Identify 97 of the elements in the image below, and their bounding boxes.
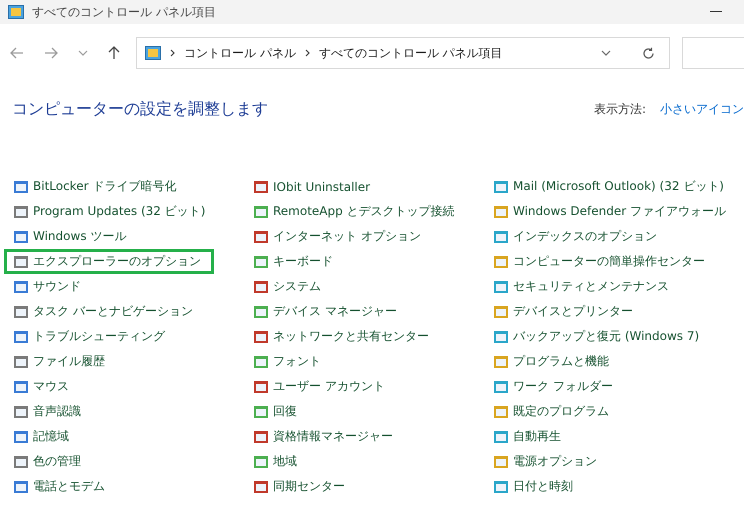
control-panel-item[interactable]: 既定のプログラム — [490, 399, 744, 424]
forward-icon[interactable] — [44, 47, 58, 59]
window-icon — [13, 228, 29, 244]
up-icon[interactable] — [108, 46, 120, 60]
chevron-icon — [170, 49, 175, 57]
control-panel-item[interactable]: フォント — [250, 349, 486, 374]
refresh-icon[interactable] — [642, 46, 655, 60]
window-icon — [493, 404, 509, 420]
control-panel-item[interactable]: ファイル履歴 — [10, 349, 246, 374]
window-icon — [493, 354, 509, 370]
window-icon — [493, 228, 509, 244]
dropdown-icon[interactable] — [601, 50, 611, 56]
control-panel-item[interactable]: Mail (Microsoft Outlook) (32 ビット) — [490, 174, 744, 199]
window-icon — [493, 478, 509, 494]
control-panel-item[interactable]: 自動再生 — [490, 424, 744, 449]
window-icon — [253, 454, 269, 470]
control-panel-item[interactable]: 色の管理 — [10, 449, 246, 474]
control-panel-item[interactable]: ネットワークと共有センター — [250, 324, 486, 349]
control-panel-item[interactable]: デバイスとプリンター — [490, 299, 744, 324]
window-icon — [13, 354, 29, 370]
window-icon — [253, 304, 269, 320]
window-icon — [13, 304, 29, 320]
window-icon — [493, 454, 509, 470]
control-panel-item[interactable]: インデックスのオプション — [490, 224, 744, 249]
breadcrumb[interactable]: すべてのコントロール パネル項目 — [318, 44, 503, 62]
control-panel-icon — [8, 5, 24, 19]
window-icon — [13, 204, 29, 220]
control-panel-item[interactable]: キーボード — [250, 249, 486, 274]
control-panel-item[interactable]: 地域 — [250, 449, 486, 474]
window-icon — [493, 278, 509, 294]
search-field[interactable] — [682, 37, 744, 69]
control-panel-item[interactable]: IObit Uninstaller — [250, 174, 486, 199]
view-by-link[interactable]: 小さいアイコン — [660, 101, 744, 118]
window-icon — [253, 404, 269, 420]
control-panel-item[interactable]: Windows Defender ファイアウォール — [490, 199, 744, 224]
window-icon — [13, 404, 29, 420]
control-panel-item[interactable]: システム — [250, 274, 486, 299]
control-panel-item[interactable]: 同期センター — [250, 474, 486, 499]
window-icon — [13, 378, 29, 394]
control-panel-item[interactable]: コンピューターの簡単操作センター — [490, 249, 744, 274]
control-panel-item[interactable]: ユーザー アカウント — [250, 374, 486, 399]
chevron-icon — [304, 49, 310, 57]
control-panel-item[interactable]: 資格情報マネージャー — [250, 424, 486, 449]
window-icon — [493, 428, 509, 444]
control-panel-item[interactable]: 音声認識 — [10, 399, 246, 424]
dropdown-icon[interactable] — [78, 50, 88, 56]
control-panel-item[interactable]: トラブルシューティング — [10, 324, 246, 349]
control-panel-item[interactable]: BitLocker ドライブ暗号化 — [10, 174, 246, 199]
control-panel-item[interactable]: サウンド — [10, 274, 246, 299]
control-panel-item[interactable]: 回復 — [250, 399, 486, 424]
window-icon — [253, 178, 269, 194]
control-panel-item[interactable]: セキュリティとメンテナンス — [490, 274, 744, 299]
control-panel-item[interactable]: 電話とモデム — [10, 474, 246, 499]
control-panel-item[interactable]: エクスプローラーのオプション — [4, 249, 214, 274]
window-title: すべてのコントロール パネル項目 — [32, 4, 216, 20]
control-panel-item[interactable]: Windows ツール — [10, 224, 246, 249]
window-icon — [493, 378, 509, 394]
window-icon — [253, 354, 269, 370]
control-panel-item[interactable]: 日付と時刻 — [490, 474, 744, 499]
window-icon — [253, 328, 269, 344]
page-heading: コンピューターの設定を調整します — [12, 99, 268, 120]
window-icon — [13, 278, 29, 294]
window-icon — [13, 454, 29, 470]
window-icon — [253, 228, 269, 244]
control-panel-item[interactable]: インターネット オプション — [250, 224, 486, 249]
window-icon — [493, 254, 509, 270]
control-panel-item[interactable]: 記憶域 — [10, 424, 246, 449]
window-icon — [253, 204, 269, 220]
window-icon — [493, 304, 509, 320]
control-panel-item[interactable]: プログラムと機能 — [490, 349, 744, 374]
back-icon[interactable] — [10, 47, 24, 59]
minimize-icon[interactable] — [710, 11, 722, 13]
window-icon — [13, 178, 29, 194]
window-icon — [13, 428, 29, 444]
control-panel-item[interactable]: マウス — [10, 374, 246, 399]
window-icon — [493, 204, 509, 220]
control-panel-item[interactable]: RemoteApp とデスクトップ接続 — [250, 199, 486, 224]
view-by-label: 表示方法: — [594, 101, 646, 118]
window-icon — [253, 378, 269, 394]
window-icon — [13, 254, 29, 270]
window-icon — [13, 328, 29, 344]
window-icon — [253, 254, 269, 270]
control-panel-item[interactable]: デバイス マネージャー — [250, 299, 486, 324]
window-icon — [253, 428, 269, 444]
address-bar[interactable]: コントロール パネル すべてのコントロール パネル項目 — [136, 37, 670, 69]
control-panel-item[interactable]: 電源オプション — [490, 449, 744, 474]
window-icon — [253, 478, 269, 494]
control-panel-item[interactable]: バックアップと復元 (Windows 7) — [490, 324, 744, 349]
window-icon — [253, 278, 269, 294]
control-panel-item[interactable]: タスク バーとナビゲーション — [10, 299, 246, 324]
control-panel-icon — [145, 46, 161, 60]
control-panel-item[interactable]: Program Updates (32 ビット) — [10, 199, 246, 224]
window-icon — [493, 328, 509, 344]
breadcrumb[interactable]: コントロール パネル — [184, 44, 296, 62]
control-panel-item[interactable]: ワーク フォルダー — [490, 374, 744, 399]
window-icon — [13, 478, 29, 494]
window-icon — [493, 178, 509, 194]
